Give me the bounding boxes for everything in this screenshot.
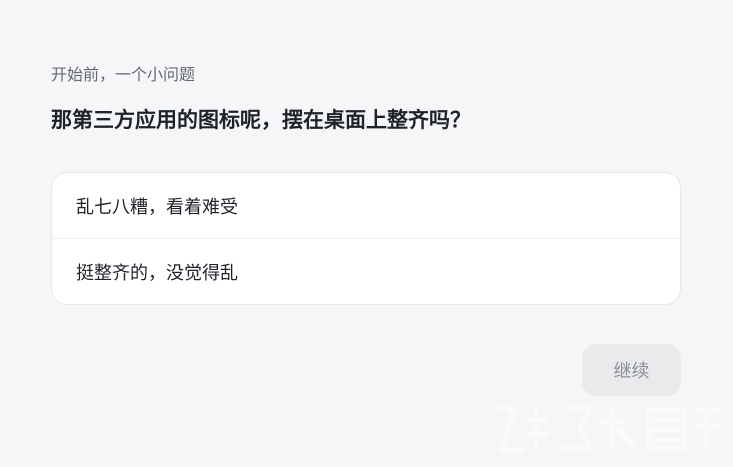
option-label: 挺整齐的，没觉得乱 bbox=[76, 262, 238, 284]
question-title: 那第三方应用的图标呢，摆在桌面上整齐吗？ bbox=[51, 108, 471, 132]
watermark-logo bbox=[491, 405, 719, 453]
option-messy[interactable]: 乱七八糟，看着难受 bbox=[52, 173, 680, 238]
answer-options-card: 乱七八糟，看着难受 挺整齐的，没觉得乱 bbox=[51, 172, 681, 305]
continue-button[interactable]: 继续 bbox=[582, 344, 681, 396]
onboarding-question-panel: 开始前，一个小问题 那第三方应用的图标呢，摆在桌面上整齐吗？ 乱七八糟，看着难受… bbox=[51, 64, 681, 305]
option-label: 乱七八糟，看着难受 bbox=[76, 196, 238, 218]
question-kicker: 开始前，一个小问题 bbox=[51, 65, 196, 84]
option-tidy[interactable]: 挺整齐的，没觉得乱 bbox=[52, 238, 680, 304]
